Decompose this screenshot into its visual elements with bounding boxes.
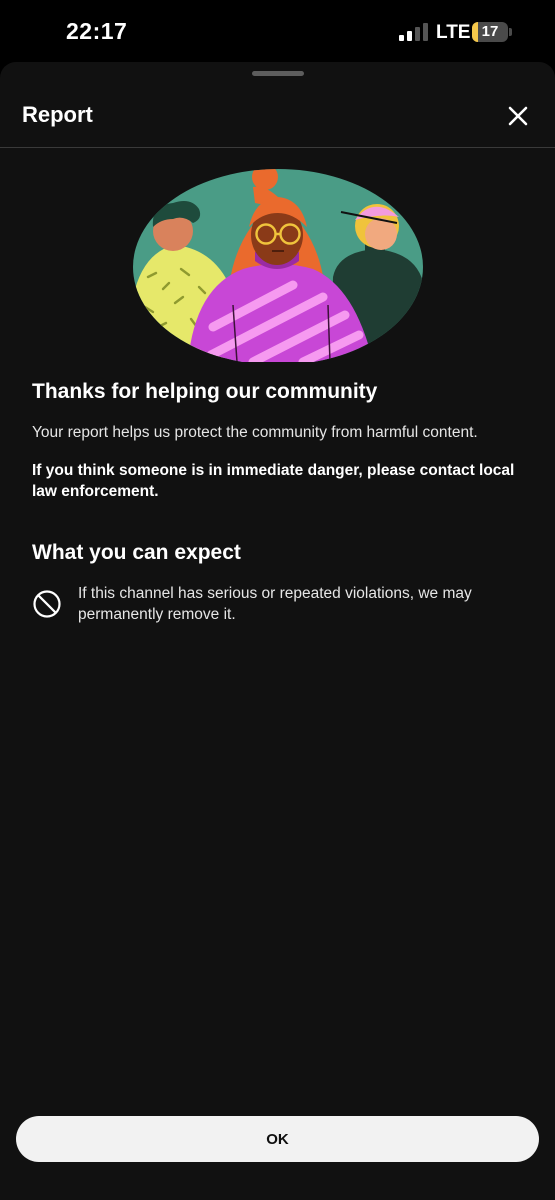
- emergency-note: If you think someone is in immediate dan…: [32, 462, 515, 500]
- network-label: LTE: [436, 22, 471, 43]
- community-illustration: [133, 169, 423, 362]
- expect-heading: What you can expect: [32, 541, 241, 564]
- sheet-title: Report: [22, 102, 93, 127]
- ok-button[interactable]: OK: [16, 1116, 539, 1162]
- ban-icon: [33, 590, 61, 618]
- status-time: 22:17: [66, 18, 128, 44]
- thanks-heading: Thanks for helping our community: [32, 380, 378, 403]
- drag-handle[interactable]: [252, 71, 304, 76]
- close-button[interactable]: [500, 98, 536, 134]
- battery-icon: 17: [472, 22, 508, 42]
- header-divider: [0, 147, 555, 148]
- battery-level: 17: [481, 23, 499, 40]
- status-bar: 22:17 LTE 17: [0, 0, 555, 62]
- signal-icon: [399, 23, 428, 41]
- expect-item-text: If this channel has serious or repeated …: [78, 585, 472, 623]
- close-icon: [508, 106, 528, 126]
- report-sheet: Report Thanks for helping our community …: [0, 62, 555, 1200]
- report-description: Your report helps us protect the communi…: [32, 424, 478, 441]
- battery-tip: [509, 28, 512, 36]
